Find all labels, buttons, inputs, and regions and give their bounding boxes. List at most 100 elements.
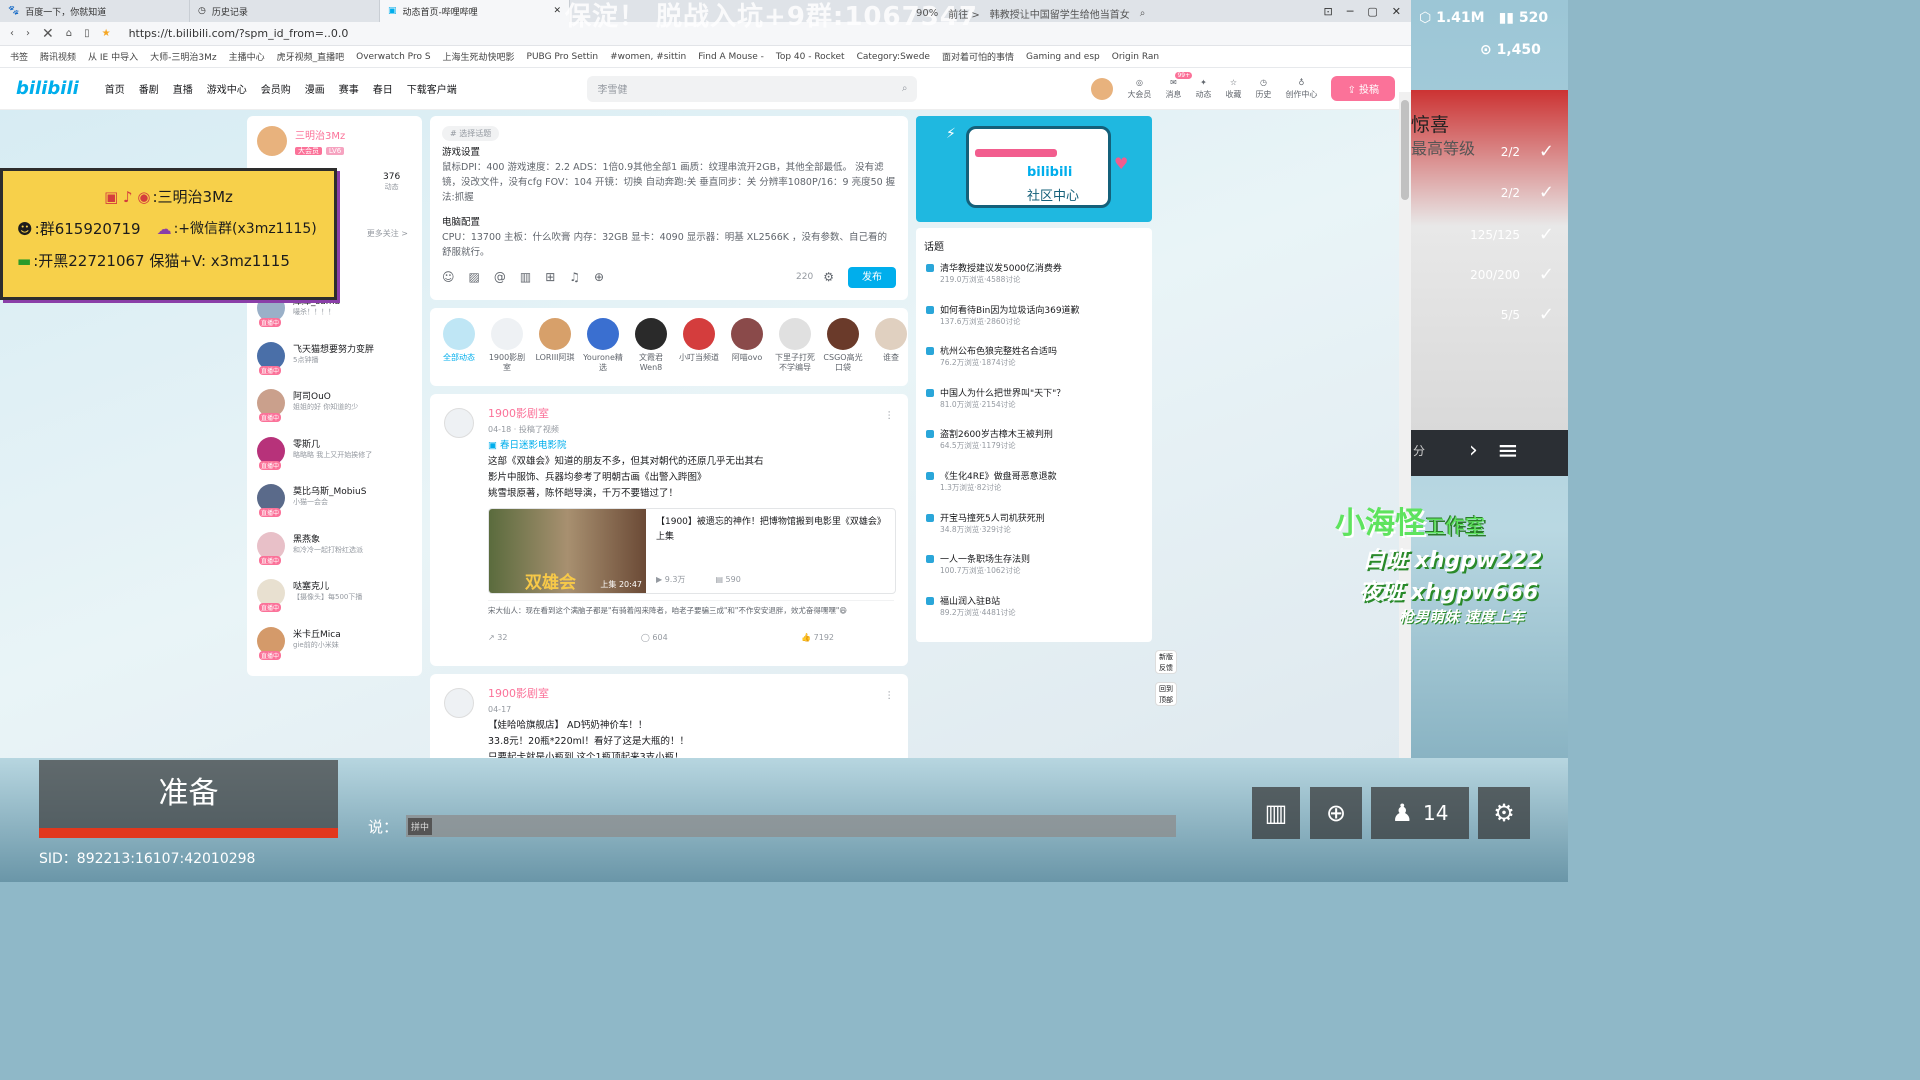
follow-name[interactable]: 黑燕象: [293, 532, 363, 545]
follow-item[interactable]: 直播中 阿司OuO 姐姐的好 你知道的少: [257, 389, 412, 437]
follow-item[interactable]: 直播中 飞天猫想要努力变胖 5点钟播: [257, 341, 412, 390]
up-avatar-item[interactable]: Yourone精选: [582, 318, 624, 376]
star-icon[interactable]: ★: [102, 28, 111, 39]
go-button[interactable]: 前往 >: [948, 6, 980, 21]
follow-item[interactable]: 直播中 黑燕象 和冷冷一起打粉红选派: [257, 531, 412, 580]
close-icon[interactable]: ✕: [1392, 5, 1401, 18]
follow-stat[interactable]: 376 动态: [383, 172, 400, 192]
follow-avatar[interactable]: 直播中: [257, 389, 285, 422]
close-tab-icon[interactable]: ✕: [553, 6, 561, 16]
stats-button[interactable]: ▥: [1252, 787, 1300, 839]
back-icon[interactable]: ‹: [10, 28, 14, 39]
topic-title[interactable]: 清华教授建议发5000亿消费券: [940, 261, 1144, 274]
nav-download[interactable]: 下载客户端: [407, 81, 457, 96]
video-thumbnail[interactable]: 双雄会 上集 20:47: [489, 509, 646, 593]
post-avatar[interactable]: [444, 408, 474, 438]
bookmark-item[interactable]: Gaming and esp: [1026, 52, 1100, 62]
bookmark-item[interactable]: #women, #sittin: [610, 52, 686, 62]
topic-title[interactable]: 杭州公布色狼完整姓名合适吗: [940, 344, 1144, 357]
post-author[interactable]: 1900影剧室: [488, 406, 894, 422]
bookmark-item[interactable]: 主播中心: [229, 50, 265, 63]
vote-icon[interactable]: ▥: [520, 270, 531, 285]
squad-button[interactable]: ♟ 14: [1371, 787, 1469, 839]
follow-name[interactable]: 莫比乌斯_MobiuS: [293, 484, 366, 497]
nav-messages[interactable]: ✉ 消息 99+: [1165, 71, 1193, 100]
settings-icon[interactable]: ⚙: [823, 270, 834, 285]
follow-avatar[interactable]: 直播中: [257, 484, 285, 517]
minimize-icon[interactable]: ─: [1347, 5, 1354, 18]
up-avatar-item[interactable]: 1900影剧室: [486, 318, 528, 376]
bookmark-item[interactable]: 上海生死劫快吧影: [443, 50, 515, 63]
nav-esports[interactable]: 赛事: [339, 81, 359, 96]
follow-item[interactable]: 直播中 莫比乌斯_MobiuS 小猫一会会: [257, 484, 412, 532]
user-avatar[interactable]: [257, 126, 287, 156]
comment-button[interactable]: ◯ 604: [641, 630, 668, 646]
bookmark-item[interactable]: 腾讯视频: [40, 50, 76, 63]
share-button[interactable]: ↗ 32: [488, 630, 507, 646]
follow-item[interactable]: 直播中 米卡丘Mica gie前的小米妹: [257, 626, 412, 675]
bookmark-item[interactable]: Top 40 - Rocket: [776, 52, 845, 62]
topic-title[interactable]: 中国人为什么把世界叫"天下"？: [940, 386, 1144, 399]
up-avatar-item[interactable]: LORIII阿琪: [534, 318, 576, 376]
home-icon[interactable]: ⌂: [66, 28, 72, 39]
chat-input[interactable]: 拼中: [406, 815, 1177, 837]
bookmark-item[interactable]: Overwatch Pro S: [356, 52, 430, 62]
publish-button[interactable]: 发布: [848, 267, 896, 288]
follow-name[interactable]: 零斯几: [293, 437, 372, 450]
zoom-level[interactable]: 90%: [916, 8, 938, 19]
hot-comment[interactable]: 宋大仙人：现在看到这个满脑子都是"有骑着闯来降者，咱老子要骗三成"和"不作安安退…: [488, 600, 894, 616]
topic-title[interactable]: 一人一条职场生存法则: [940, 552, 1144, 565]
follow-item[interactable]: 直播中 库库_sama 嘬杀！！！！: [257, 294, 412, 342]
forward-icon[interactable]: ›: [26, 28, 30, 39]
select-topic-button[interactable]: # 选择话题: [442, 126, 500, 141]
follow-avatar[interactable]: 直播中: [257, 579, 285, 612]
up-avatar-item[interactable]: 谁查: [870, 318, 908, 376]
avatar[interactable]: [1091, 77, 1114, 100]
username[interactable]: 三明治3Mz: [295, 127, 345, 142]
more-follow-link[interactable]: 更多关注 >: [367, 228, 408, 239]
bookmark-item[interactable]: 面对着可怕的事情: [942, 50, 1014, 63]
scrollbar-thumb[interactable]: [1401, 100, 1409, 200]
nav-history[interactable]: ◷ 历史: [1255, 78, 1271, 100]
restore-icon[interactable]: ⊡: [1324, 5, 1333, 18]
topic-item[interactable]: 如何看待Bin因为垃圾话向369道歉 137.6万浏览·2860讨论: [924, 303, 1144, 345]
bookmark-item[interactable]: 虎牙视频_直播吧: [277, 50, 345, 63]
back-to-top-button[interactable]: 回到顶部: [1155, 682, 1177, 706]
post-author[interactable]: 1900影剧室: [488, 686, 894, 702]
follow-item[interactable]: 直播中 零斯几 略略略 我上又开始挨修了: [257, 436, 412, 485]
tab-history[interactable]: ◷ 历史记录: [190, 0, 380, 22]
nav-live[interactable]: 直播: [173, 81, 193, 96]
compose-box[interactable]: # 选择话题 游戏设置 鼠标DPI：400 游戏速度：2.2 ADS：1倍0.9…: [430, 116, 908, 300]
bookmark-item[interactable]: 书签: [10, 50, 28, 63]
news-ticker[interactable]: 韩教授让中国留学生给他当首女: [990, 6, 1130, 21]
nav-dynamics[interactable]: ✦ 动态: [1195, 78, 1211, 100]
video-card[interactable]: 双雄会 上集 20:47 【1900】被遗忘的神作！把博物馆搬到电影里《双雄会》…: [488, 508, 896, 594]
topic-item[interactable]: 杭州公布色狼完整姓名合适吗 76.2万浏览·1874讨论: [924, 344, 1144, 386]
stop-icon[interactable]: ✕: [42, 26, 54, 42]
bookmark-item[interactable]: 从 IE 中导入: [88, 50, 138, 63]
post-avatar[interactable]: [444, 688, 474, 718]
post-more-icon[interactable]: ⋮: [885, 688, 895, 704]
up-avatar-item[interactable]: 全部动态: [438, 318, 480, 376]
nav-favorites[interactable]: ☆ 收藏: [1225, 78, 1241, 100]
like-button[interactable]: 👍 7192: [801, 630, 834, 646]
video-title[interactable]: 【1900】被遗忘的神作！把博物馆搬到电影里《双雄会》上集: [656, 515, 885, 545]
post-more-icon[interactable]: ⋮: [885, 408, 895, 424]
upload-button[interactable]: ⇪ 投稿: [1331, 76, 1395, 101]
maximize-icon[interactable]: ▢: [1367, 5, 1377, 18]
feedback-button[interactable]: 新版反馈: [1155, 650, 1177, 674]
nav-vip[interactable]: ◎ 大会员: [1127, 78, 1151, 100]
follow-name[interactable]: 米卡丘Mica: [293, 627, 341, 640]
topic-item[interactable]: 盗割2600岁古樟木王被判刑 64.5万浏览·1179讨论: [924, 427, 1144, 469]
bookmark-item[interactable]: Origin Ran: [1112, 52, 1159, 62]
tab-bilibili[interactable]: ▣ 动态首页-哔哩哔哩 ✕: [380, 0, 570, 22]
bookmark-item[interactable]: 大师-三明治3Mz: [150, 50, 216, 63]
reader-icon[interactable]: ▯: [84, 28, 90, 39]
topic-title[interactable]: 盗割2600岁古樟木王被判刑: [940, 427, 1144, 440]
topic-title[interactable]: 福山润入驻B站: [940, 594, 1144, 607]
up-avatar-item[interactable]: 下里子打死不学编导: [774, 318, 816, 376]
nav-manga[interactable]: 漫画: [305, 81, 325, 96]
community-banner[interactable]: ⚡ bilibili 社区中心 ♥: [916, 116, 1152, 222]
post-tag[interactable]: ▣ 春日迷影电影院: [488, 438, 894, 454]
ready-button[interactable]: 准备: [39, 760, 338, 838]
